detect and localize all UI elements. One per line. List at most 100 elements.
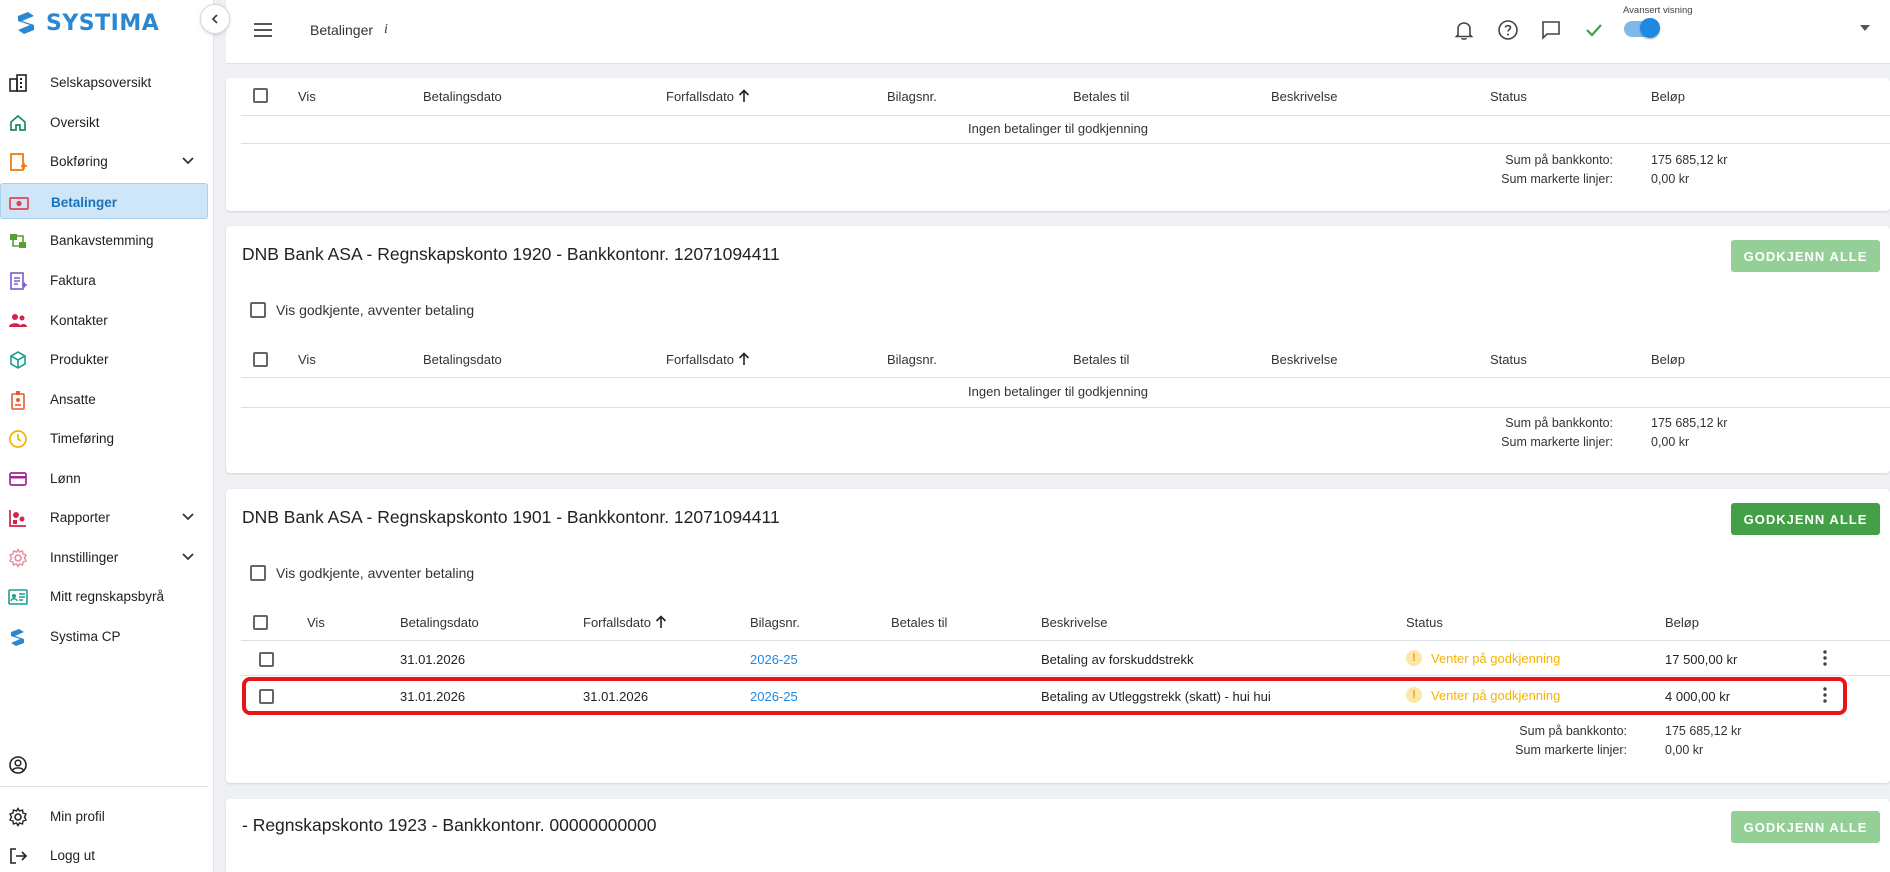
column-header-belop[interactable]: Beløp [1651,89,1685,104]
divider [241,143,1890,144]
topbar: Betalinger i Avansert visning [226,0,1890,64]
sidebar: SYSTIMA Selskapsoversikt Oversikt Bokfør… [0,0,214,872]
sidebar-item-lonn[interactable]: Lønn [0,460,208,496]
column-header-betalingsdato[interactable]: Betalingsdato [423,352,502,367]
row-menu-icon[interactable] [1819,649,1831,667]
column-header-forfallsdato[interactable]: Forfallsdato [666,89,750,104]
section-title: DNB Bank ASA - Regnskapskonto 1901 - Ban… [242,507,780,527]
sidebar-item-label: Lønn [50,471,81,486]
sidebar-item-innstillinger[interactable]: Innstillinger [0,539,208,575]
select-all-checkbox[interactable] [253,352,268,367]
sidebar-item-bokforing[interactable]: Bokføring [0,143,208,179]
show-approved-toggle[interactable]: Vis godkjente, avventer betaling [250,565,474,581]
column-header-betales-til[interactable]: Betales til [1073,352,1129,367]
status-text: Venter på godkjenning [1431,650,1561,666]
column-header-vis: Vis [298,352,316,367]
select-all-checkbox[interactable] [253,88,268,103]
divider [241,675,1890,676]
sum-marked-label: Sum markerte linjer: [1515,743,1627,757]
column-header-beskrivelse[interactable]: Beskrivelse [1041,615,1107,630]
divider [241,377,1890,378]
payment-section-card: Vis Betalingsdato Forfallsdato Bilagsnr.… [226,78,1890,211]
sidebar-item-selskapsoversikt[interactable]: Selskapsoversikt [0,64,208,100]
sum-marked-label: Sum markerte linjer: [1501,435,1613,449]
column-header-forfallsdato[interactable]: Forfallsdato [583,615,667,630]
sidebar-item-timeforing[interactable]: Timeføring [0,420,208,456]
user-avatar-button[interactable] [0,746,208,782]
gear-icon [9,548,27,568]
column-header-forfallsdato[interactable]: Forfallsdato [666,352,750,367]
chart-icon [9,510,26,527]
bell-icon[interactable] [1452,18,1476,42]
chat-icon[interactable] [1539,18,1563,42]
sidebar-item-label: Timeføring [50,431,115,446]
approve-all-button[interactable]: GODKJENN ALLE [1731,503,1880,535]
section-title: - Regnskapskonto 1923 - Bankkontonr. 000… [242,815,657,835]
column-header-betalingsdato[interactable]: Betalingsdato [423,89,502,104]
column-header-bilagsnr[interactable]: Bilagsnr. [887,89,937,104]
column-header-label: Forfallsdato [666,89,734,104]
cell-betalingsdato: 31.01.2026 [400,652,466,667]
column-header-beskrivelse[interactable]: Beskrivelse [1271,352,1337,367]
advanced-view-toggle[interactable] [1624,18,1660,38]
contacts-icon [9,314,27,327]
sidebar-item-produkter[interactable]: Produkter [0,341,208,377]
sidebar-item-systima-cp[interactable]: Systima CP [0,618,208,654]
divider [241,115,1890,116]
sidebar-item-min-profil[interactable]: Min profil [0,798,208,834]
sidebar-item-label: Betalinger [51,195,118,210]
row-checkbox[interactable] [259,652,274,667]
sidebar-item-betalinger[interactable]: Betalinger [0,183,208,219]
show-approved-label: Vis godkjente, avventer betaling [276,302,475,318]
sidebar-item-label: Systima CP [50,629,121,644]
menu-icon[interactable] [252,20,274,40]
sidebar-item-faktura[interactable]: Faktura [0,262,208,298]
column-header-bilagsnr[interactable]: Bilagsnr. [887,352,937,367]
column-header-belop[interactable]: Beløp [1651,352,1685,367]
sidebar-item-label: Innstillinger [50,550,119,565]
sidebar-item-rapporter[interactable]: Rapporter [0,499,208,535]
column-header-belop[interactable]: Beløp [1665,615,1699,630]
caret-down-icon[interactable] [1860,25,1870,31]
show-approved-toggle[interactable]: Vis godkjente, avventer betaling [250,302,474,318]
sidebar-item-label: Rapporter [50,510,111,525]
column-header-betalingsdato[interactable]: Betalingsdato [400,615,479,630]
select-all-checkbox[interactable] [253,615,268,630]
invoice-icon [10,272,27,290]
check-icon[interactable] [1582,18,1606,42]
chevron-left-icon [211,14,218,24]
sidebar-item-bankavstemming[interactable]: Bankavstemming [0,222,208,258]
buildings-icon [9,74,27,92]
sidebar-item-kontakter[interactable]: Kontakter [0,302,208,338]
show-approved-checkbox[interactable] [250,302,266,318]
toggle-knob [1640,18,1660,38]
badge-icon [11,391,25,410]
column-header-beskrivelse[interactable]: Beskrivelse [1271,89,1337,104]
clock-icon [9,430,27,448]
sidebar-item-mitt-regnskapsbyra[interactable]: Mitt regnskapsbyrå [0,578,208,614]
gear-icon [9,807,27,827]
empty-message: Ingen betalinger til godkjenning [968,384,1148,399]
column-header-betales-til[interactable]: Betales til [1073,89,1129,104]
payment-section-card: DNB Bank ASA - Regnskapskonto 1920 - Ban… [226,226,1890,473]
approve-all-button[interactable]: GODKJENN ALLE [1731,811,1880,843]
column-header-status[interactable]: Status [1490,89,1527,104]
collapse-sidebar-button[interactable] [200,4,230,34]
sidebar-item-oversikt[interactable]: Oversikt [0,104,208,140]
systima-logo[interactable]: SYSTIMA [14,10,159,36]
sum-bank-value: 175 685,12 kr [1665,724,1742,738]
show-approved-checkbox[interactable] [250,565,266,581]
show-approved-label: Vis godkjente, avventer betaling [276,565,475,581]
column-header-betales-til[interactable]: Betales til [891,615,947,630]
approve-all-button[interactable]: GODKJENN ALLE [1731,240,1880,272]
sidebar-item-ansatte[interactable]: Ansatte [0,381,208,417]
payment-section-card: DNB Bank ASA - Regnskapskonto 1901 - Ban… [226,489,1890,783]
help-icon[interactable] [1496,18,1520,42]
sidebar-item-logg-ut[interactable]: Logg ut [0,837,208,872]
column-header-bilagsnr[interactable]: Bilagsnr. [750,615,800,630]
info-icon[interactable]: i [384,22,388,38]
voucher-link[interactable]: 2026-25 [750,652,798,667]
column-header-status[interactable]: Status [1490,352,1527,367]
systima-icon [11,629,24,646]
column-header-status[interactable]: Status [1406,615,1443,630]
